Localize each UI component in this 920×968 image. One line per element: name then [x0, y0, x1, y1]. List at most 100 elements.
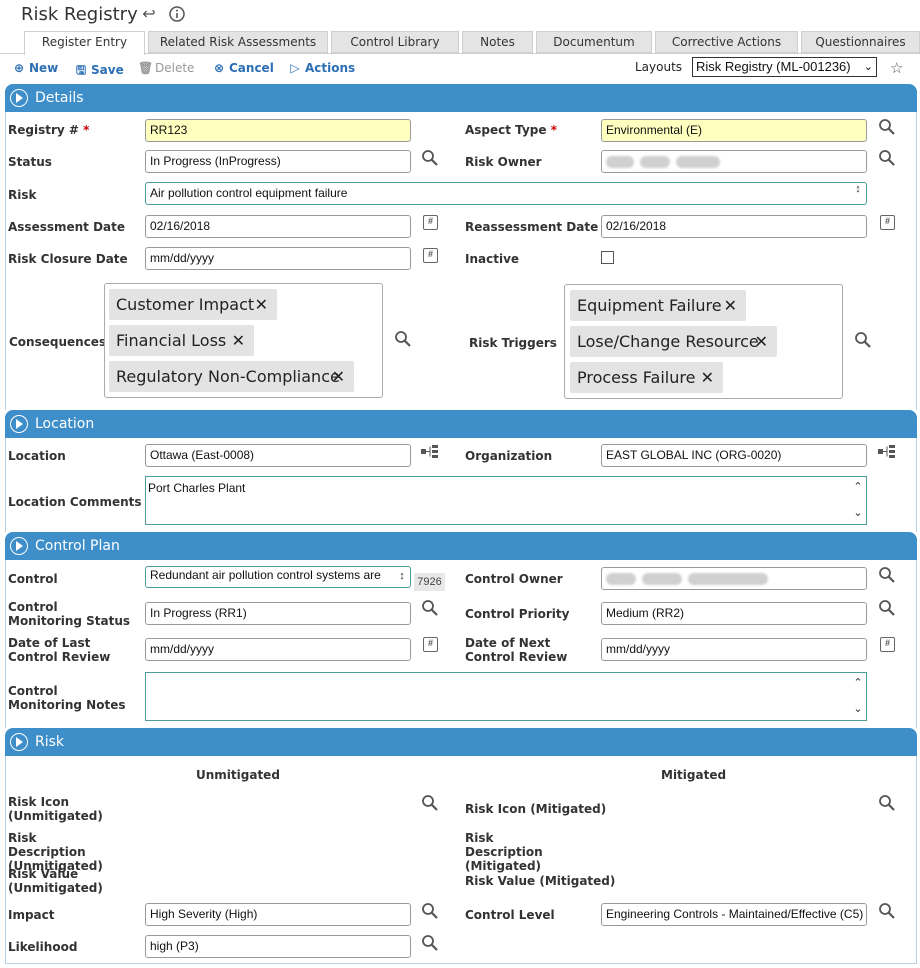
location-input[interactable]: Ottawa (East-0008)	[145, 444, 411, 467]
search-icon[interactable]	[421, 149, 439, 167]
close-icon[interactable]: ✕	[332, 361, 345, 392]
search-icon[interactable]	[421, 599, 439, 617]
last-control-review-input[interactable]: mm/dd/yyyy	[145, 638, 411, 661]
control-priority-input[interactable]: Medium (RR2)	[601, 602, 867, 625]
control-level-label: Control Level	[465, 908, 555, 922]
search-icon[interactable]	[421, 794, 439, 812]
unmitigated-heading: Unmitigated	[196, 768, 280, 782]
next-control-review-input[interactable]: mm/dd/yyyy	[601, 638, 867, 661]
info-icon[interactable]	[168, 6, 186, 24]
close-icon[interactable]: ✕	[701, 362, 714, 393]
inactive-checkbox[interactable]	[601, 251, 614, 264]
close-icon[interactable]: ✕	[755, 326, 768, 357]
scroll-up-icon[interactable]: ⌃	[852, 677, 864, 689]
section-control-plan-header[interactable]: Control Plan	[5, 532, 917, 560]
calendar-icon[interactable]: #	[423, 637, 438, 652]
undo-icon[interactable]: ↩	[140, 6, 158, 24]
registry-input[interactable]: RR123	[145, 119, 411, 142]
control-priority-label: Control Priority	[465, 607, 570, 621]
tab-documentum[interactable]: Documentum	[536, 31, 652, 53]
search-icon[interactable]	[878, 902, 896, 920]
tab-corrective-actions[interactable]: Corrective Actions	[655, 31, 798, 53]
expand-icon	[10, 537, 28, 555]
redacted-name	[606, 155, 634, 168]
cancel-button[interactable]: ⊗ Cancel	[212, 61, 274, 75]
tab-control-library[interactable]: Control Library	[331, 31, 459, 53]
impact-input[interactable]: High Severity (High)	[145, 903, 411, 926]
required-marker: *	[550, 123, 557, 137]
save-button[interactable]: 🖫 Save	[74, 61, 124, 82]
redacted-name	[676, 155, 720, 168]
risk-triggers-tagbox[interactable]: Equipment Failure ✕ Lose/Change Resource ✕…	[564, 284, 843, 399]
control-monitoring-notes-textarea[interactable]: ⌃ ⌄	[145, 672, 867, 721]
organization-input[interactable]: EAST GLOBAL INC (ORG-0020)	[601, 444, 867, 467]
calendar-icon[interactable]: #	[880, 637, 895, 652]
tab-notes[interactable]: Notes	[462, 31, 533, 53]
tab-questionnaires[interactable]: Questionnaires	[801, 31, 920, 53]
reassessment-date-input[interactable]: 02/16/2018	[601, 215, 867, 238]
tab-related-risk-assessments[interactable]: Related Risk Assessments	[148, 31, 328, 53]
status-input[interactable]: In Progress (InProgress)	[145, 150, 411, 173]
search-icon[interactable]	[878, 118, 896, 136]
risk-closure-date-input[interactable]: mm/dd/yyyy	[145, 247, 411, 270]
risk-owner-label: Risk Owner	[465, 155, 542, 169]
search-icon[interactable]	[878, 599, 896, 617]
new-label: New	[29, 61, 59, 75]
control-value: Redundant air pollution control systems …	[150, 568, 381, 582]
calendar-icon[interactable]: #	[423, 215, 438, 230]
section-details-header[interactable]: Details	[5, 84, 917, 112]
consequences-tagbox[interactable]: Customer Impact ✕ Financial Loss ✕ Regulat…	[104, 283, 383, 398]
control-monitoring-status-input[interactable]: In Progress (RR1)	[145, 602, 411, 625]
scroll-down-icon[interactable]: ⌄	[852, 507, 864, 519]
close-icon[interactable]: ✕	[255, 289, 268, 320]
control-owner-input[interactable]	[601, 567, 867, 590]
tag-label: Process Failure	[577, 368, 696, 387]
scroll-up-icon[interactable]: ⌃	[852, 481, 864, 493]
scroll-icon[interactable]: ↕	[396, 570, 408, 582]
section-location-title: Location	[35, 416, 95, 432]
hierarchy-icon[interactable]	[421, 445, 439, 459]
layouts-select[interactable]: Risk Registry (ML-001236) ⌄	[692, 57, 877, 77]
redacted-name	[606, 572, 636, 585]
control-level-input[interactable]: Engineering Controls - Maintained/Effect…	[601, 903, 867, 926]
location-comments-textarea[interactable]: Port Charles Plant ⌃ ⌄	[145, 476, 867, 525]
calendar-icon[interactable]: #	[423, 248, 438, 263]
risk-owner-input[interactable]	[601, 150, 867, 173]
search-icon[interactable]	[421, 902, 439, 920]
pin-icon[interactable]: ☆	[890, 59, 903, 77]
section-risk-header[interactable]: Risk	[5, 728, 917, 756]
search-icon[interactable]	[878, 149, 896, 167]
risk-input[interactable]: Air pollution control equipment failure …	[145, 182, 867, 205]
section-location-header[interactable]: Location	[5, 410, 917, 438]
likelihood-label: Likelihood	[8, 940, 78, 954]
search-icon[interactable]	[854, 331, 872, 349]
expand-icon	[10, 89, 28, 107]
scroll-down-icon[interactable]: ⌄	[852, 703, 864, 715]
assessment-date-label: Assessment Date	[8, 220, 126, 234]
aspect-type-input[interactable]: Environmental (E)	[601, 119, 867, 142]
delete-button[interactable]: 🗑 Delete	[138, 61, 194, 75]
redacted-name	[642, 572, 682, 585]
risk-triggers-label: Risk Triggers	[469, 336, 557, 350]
search-icon[interactable]	[421, 934, 439, 952]
new-button[interactable]: ⊕ New	[12, 61, 58, 75]
risk-icon-mitigated-label: Risk Icon (Mitigated)	[465, 802, 607, 816]
tag-label: Customer Impact	[116, 295, 255, 314]
likelihood-input[interactable]: high (P3)	[145, 935, 411, 958]
redacted-name	[640, 155, 670, 168]
close-icon[interactable]: ✕	[724, 290, 737, 321]
calendar-icon[interactable]: #	[880, 215, 895, 230]
scroll-icon[interactable]: ↕	[852, 183, 864, 195]
play-circle-icon: ▷	[290, 61, 300, 75]
aspect-type-label: Aspect Type *	[465, 123, 557, 137]
actions-button[interactable]: ▷ Actions	[288, 61, 355, 75]
hierarchy-icon[interactable]	[878, 445, 896, 459]
tab-register-entry[interactable]: Register Entry	[24, 31, 145, 55]
section-risk-body	[5, 756, 917, 964]
control-input[interactable]: Redundant air pollution control systems …	[145, 566, 411, 588]
search-icon[interactable]	[878, 794, 896, 812]
close-icon[interactable]: ✕	[232, 325, 245, 356]
search-icon[interactable]	[394, 330, 412, 348]
assessment-date-input[interactable]: 02/16/2018	[145, 215, 411, 238]
search-icon[interactable]	[878, 566, 896, 584]
